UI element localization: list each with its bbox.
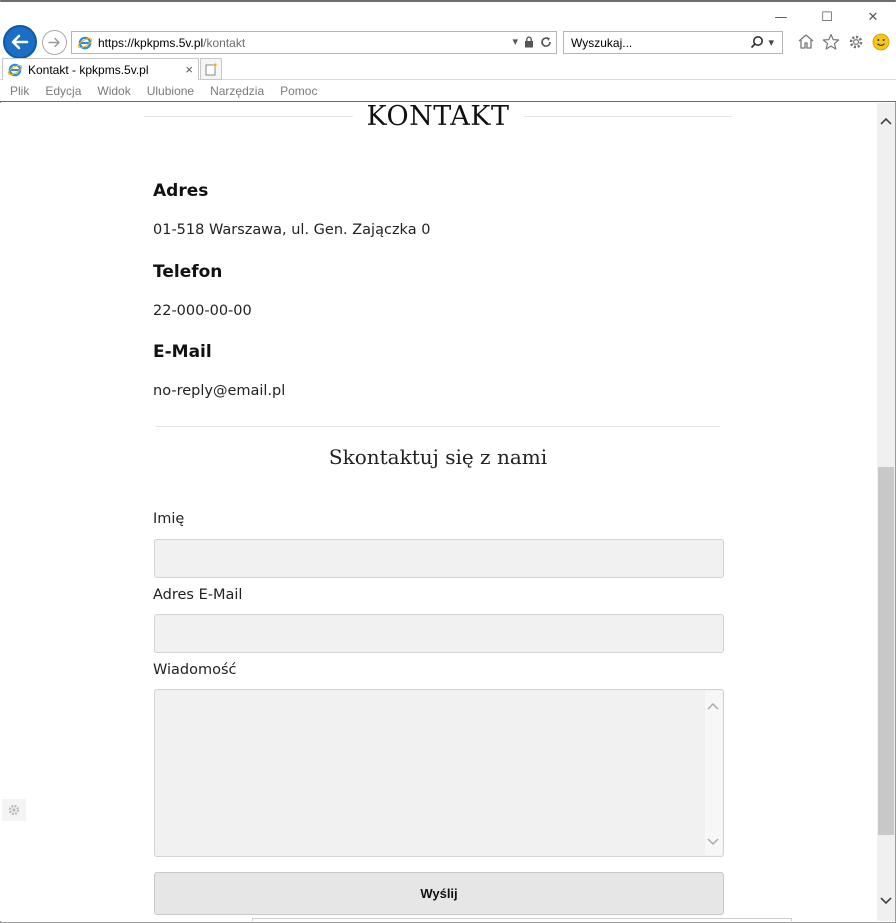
- address-tools: ▾: [512, 35, 552, 48]
- textarea-scrollbar[interactable]: [705, 691, 722, 855]
- tab-strip: Kontakt - kpkpms.5v.pl ×: [0, 58, 896, 80]
- url-host: https://kpkpms.5v.pl: [98, 35, 204, 50]
- chevron-up-icon: [880, 117, 892, 125]
- page-heading: KONTAKT: [144, 103, 732, 133]
- window-controls: — ☐ ✕: [758, 6, 896, 28]
- gear-icon: [8, 804, 20, 816]
- lock-icon[interactable]: [524, 35, 534, 48]
- tab-kontakt[interactable]: Kontakt - kpkpms.5v.pl ×: [2, 58, 199, 80]
- name-input[interactable]: [154, 539, 724, 578]
- close-button[interactable]: ✕: [850, 6, 896, 28]
- forward-button[interactable]: [42, 30, 67, 55]
- scroll-up-button[interactable]: [877, 113, 895, 129]
- phone-heading-text: Telefon: [153, 262, 223, 282]
- search-icon[interactable]: [750, 35, 764, 49]
- new-tab-icon: [205, 62, 218, 76]
- search-placeholder: Wyszukaj...: [571, 35, 633, 50]
- scroll-down-button[interactable]: [877, 893, 895, 909]
- refresh-icon[interactable]: [540, 36, 552, 48]
- form-title: Skontaktuj się z nami: [328, 445, 548, 469]
- address-bar[interactable]: https://kpkpms.5v.pl/kontakt ▾: [71, 31, 557, 54]
- star-icon: [822, 33, 839, 50]
- email-label: Adres E-Mail: [153, 587, 243, 603]
- footer-edge: [252, 918, 792, 921]
- page-title: KONTAKT: [352, 103, 524, 132]
- scroll-thumb[interactable]: [878, 467, 894, 835]
- favorites-button[interactable]: [821, 32, 840, 51]
- menu-edycja[interactable]: Edycja: [41, 84, 85, 98]
- message-label: Wiadomość: [153, 662, 237, 678]
- back-button[interactable]: [3, 25, 37, 59]
- ie-logo-icon: [7, 63, 23, 76]
- email-value-text: no-reply@email.pl: [153, 383, 286, 399]
- home-icon: [798, 34, 813, 49]
- menu-widok[interactable]: Widok: [93, 84, 134, 98]
- address-heading-text: Adres: [153, 181, 209, 201]
- submit-button[interactable]: Wyślij: [154, 872, 724, 915]
- page-scrollbar[interactable]: [877, 103, 895, 921]
- menu-ulubione[interactable]: Ulubione: [143, 84, 198, 98]
- tab-title: Kontakt - kpkpms.5v.pl: [28, 62, 149, 77]
- smiley-icon: [872, 33, 889, 50]
- phone-value: 22-000-00-00: [153, 303, 252, 319]
- tab-close-icon[interactable]: ×: [185, 62, 193, 77]
- dropdown-arrow-icon[interactable]: ▾: [512, 35, 518, 48]
- page-title-wrapper: KONTAKT: [144, 103, 732, 132]
- search-tools: ▾: [750, 35, 774, 49]
- email-heading: E-Mail: [153, 342, 212, 362]
- feedback-button[interactable]: [871, 32, 890, 51]
- name-label: Imię: [153, 511, 185, 527]
- minimize-button[interactable]: —: [758, 6, 804, 28]
- chevron-up-icon[interactable]: [706, 701, 720, 711]
- section-divider: [156, 426, 720, 427]
- page-settings-button[interactable]: [2, 799, 26, 821]
- menu-plik[interactable]: Plik: [6, 84, 33, 98]
- maximize-button[interactable]: ☐: [804, 6, 850, 28]
- email-value: no-reply@email.pl: [153, 383, 285, 399]
- address-value: 01-518 Warszawa, ul. Gen. Zajączka 0: [153, 222, 430, 238]
- search-dropdown-icon[interactable]: ▾: [768, 36, 774, 49]
- address-heading: Adres: [153, 181, 208, 201]
- page-viewport: KONTAKT Adres 01-518 Warszawa, ul. Gen. …: [0, 103, 877, 921]
- url-path: /kontakt: [203, 35, 246, 50]
- email-input[interactable]: [154, 614, 724, 653]
- home-button[interactable]: [796, 32, 815, 51]
- address-value-text: 01-518 Warszawa, ul. Gen. Zajączka 0: [153, 222, 431, 238]
- forward-arrow-icon: [48, 37, 60, 48]
- back-arrow-icon: [11, 34, 29, 50]
- phone-heading: Telefon: [153, 262, 222, 282]
- email-heading-text: E-Mail: [153, 342, 212, 362]
- tools-button[interactable]: [846, 32, 865, 51]
- new-tab-button[interactable]: [200, 58, 222, 80]
- message-textarea[interactable]: [154, 689, 724, 857]
- ie-logo-icon: [77, 36, 93, 49]
- chevron-down-icon[interactable]: [706, 837, 720, 847]
- phone-value-text: 22-000-00-00: [153, 303, 252, 319]
- menu-pomoc[interactable]: Pomoc: [276, 84, 321, 98]
- search-box[interactable]: Wyszukaj... ▾: [563, 31, 783, 54]
- menu-narzedzia[interactable]: Narzędzia: [206, 84, 268, 98]
- gear-icon: [849, 35, 862, 48]
- chevron-down-icon: [880, 897, 892, 905]
- menu-bar: Plik Edycja Widok Ulubione Narzędzia Pom…: [0, 80, 896, 102]
- browser-toolbar: [796, 32, 890, 51]
